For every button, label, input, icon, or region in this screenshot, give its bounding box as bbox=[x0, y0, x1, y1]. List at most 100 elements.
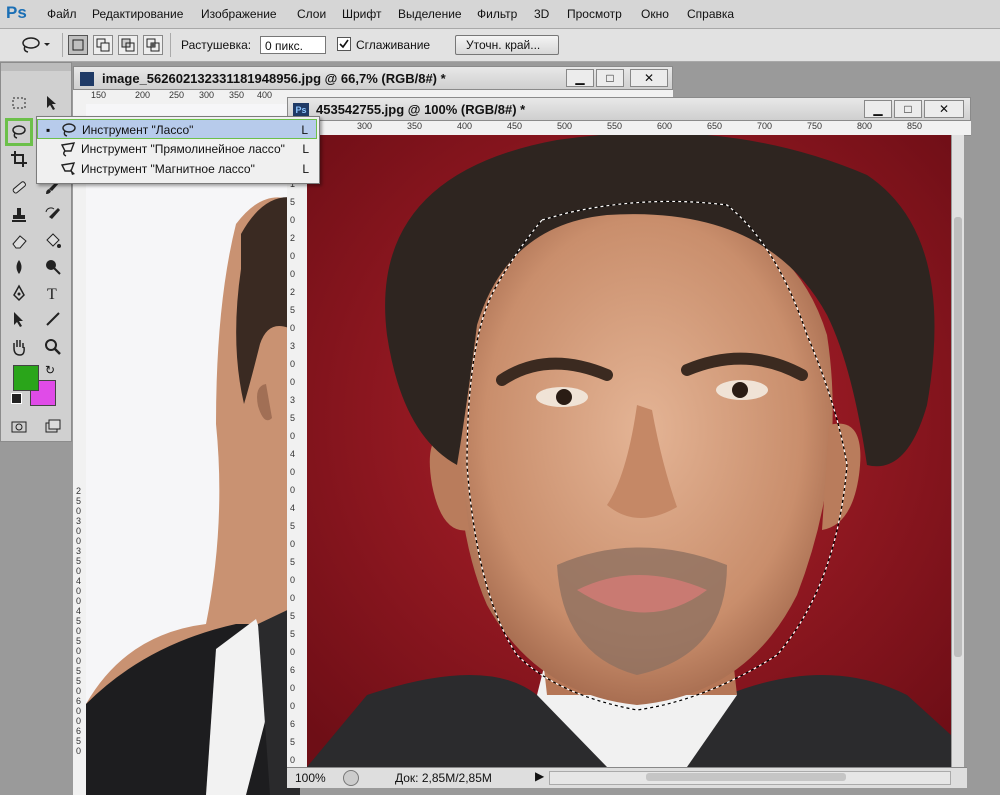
menu-3d[interactable]: 3D bbox=[534, 7, 549, 21]
dodge-tool-icon[interactable] bbox=[41, 255, 65, 279]
ruler-digit: 0 bbox=[76, 526, 82, 536]
maximize-button[interactable]: □ bbox=[596, 69, 624, 87]
shortcut-key: L bbox=[302, 142, 309, 156]
hand-tool-icon[interactable] bbox=[7, 335, 31, 359]
type-tool-icon[interactable]: T bbox=[41, 281, 65, 305]
document-tab-back[interactable]: image_56260213233118194​8956.jpg @ 66,7%… bbox=[73, 66, 673, 90]
minimize-button[interactable]: ▁ bbox=[864, 100, 892, 118]
ruler-digit: 0 bbox=[290, 251, 296, 261]
swap-colors-icon[interactable]: ↻ bbox=[45, 363, 55, 377]
minimize-button[interactable]: ▁ bbox=[566, 69, 594, 87]
app-logo: Ps bbox=[6, 3, 27, 22]
ruler-digit: 0 bbox=[290, 701, 296, 711]
status-menu-icon[interactable] bbox=[343, 770, 359, 786]
marquee-tool-icon[interactable] bbox=[7, 91, 31, 115]
ruler-digit: 0 bbox=[290, 377, 296, 387]
ruler-digit: 0 bbox=[290, 359, 296, 369]
add-selection-button[interactable] bbox=[93, 35, 113, 55]
document-title: image_56260213233118194​8956.jpg @ 66,7%… bbox=[102, 71, 446, 86]
status-arrow-icon[interactable]: ▶ bbox=[535, 769, 544, 783]
ruler-digit: 5 bbox=[290, 557, 296, 567]
scroll-thumb[interactable] bbox=[954, 217, 962, 657]
menu-item-magnetic-lasso[interactable]: Инструмент "Магнитное лассо" L bbox=[37, 159, 317, 179]
ruler-digit: 0 bbox=[76, 506, 82, 516]
ruler-digit: 3 bbox=[290, 341, 296, 351]
menu-edit[interactable]: Редактирование bbox=[92, 7, 183, 21]
intersect-selection-button[interactable] bbox=[143, 35, 163, 55]
healing-tool-icon[interactable] bbox=[7, 175, 31, 199]
default-colors-icon[interactable] bbox=[11, 393, 22, 404]
ruler-left: 250300350400450500550600650 bbox=[73, 104, 87, 795]
zoom-level[interactable]: 100% bbox=[295, 771, 326, 785]
path-selection-tool-icon[interactable] bbox=[7, 307, 31, 331]
eraser-tool-icon[interactable] bbox=[7, 229, 31, 253]
document-tab-front[interactable]: Ps 453542755.jpg @ 100% (RGB/8#) * ▁ □ ✕ bbox=[287, 97, 971, 121]
menu-window[interactable]: Окно bbox=[641, 7, 669, 21]
history-brush-tool-icon[interactable] bbox=[41, 203, 65, 227]
refine-edge-button[interactable]: Уточн. край... bbox=[455, 35, 559, 55]
menu-layers[interactable]: Слои bbox=[297, 7, 326, 21]
pen-tool-icon[interactable] bbox=[7, 281, 31, 305]
ruler-digit: 0 bbox=[76, 566, 82, 576]
ruler-digit: 0 bbox=[290, 683, 296, 693]
subtract-selection-button[interactable] bbox=[118, 35, 138, 55]
ruler-top: 300 350 400 450 500 550 600 650 700 750 … bbox=[287, 121, 971, 136]
ruler-digit: 5 bbox=[76, 666, 82, 676]
tool-preset-lasso-icon[interactable] bbox=[20, 35, 52, 58]
ruler-digit: 4 bbox=[290, 503, 296, 513]
menu-bar: Ps Файл Редактирование Изображение Слои … bbox=[0, 0, 1000, 29]
foreground-color-swatch[interactable] bbox=[13, 365, 39, 391]
menu-help[interactable]: Справка bbox=[687, 7, 734, 21]
new-selection-button[interactable] bbox=[68, 35, 88, 55]
ruler-digit: 0 bbox=[290, 467, 296, 477]
line-tool-icon[interactable] bbox=[41, 307, 65, 331]
lasso-tool-icon[interactable] bbox=[5, 118, 33, 146]
maximize-button[interactable]: □ bbox=[894, 100, 922, 118]
crop-tool-icon[interactable] bbox=[7, 147, 31, 171]
ruler-digit: 5 bbox=[290, 737, 296, 747]
close-button[interactable]: ✕ bbox=[630, 69, 668, 87]
zoom-tool-icon[interactable] bbox=[41, 335, 65, 359]
ruler-digit: 0 bbox=[290, 215, 296, 225]
magnetic-lasso-icon bbox=[60, 162, 76, 175]
antialias-label: Сглаживание bbox=[356, 38, 431, 52]
feather-input[interactable]: 0 пикс. bbox=[260, 36, 326, 54]
ruler-digit: 0 bbox=[76, 626, 82, 636]
blur-tool-icon[interactable] bbox=[7, 255, 31, 279]
menu-item-label: Инструмент "Магнитное лассо" bbox=[81, 162, 255, 176]
menu-file[interactable]: Файл bbox=[47, 7, 77, 21]
stamp-tool-icon[interactable] bbox=[7, 203, 31, 227]
antialias-checkbox[interactable] bbox=[337, 37, 351, 51]
menu-type[interactable]: Шрифт bbox=[342, 7, 381, 21]
menu-view[interactable]: Просмотр bbox=[567, 7, 622, 21]
ruler-digit: 0 bbox=[76, 656, 82, 666]
quick-mask-icon[interactable] bbox=[7, 415, 31, 439]
screen-mode-icon[interactable] bbox=[41, 415, 65, 439]
lasso-tool-menu: ▪ Инструмент "Лассо" L Инструмент "Прямо… bbox=[36, 116, 320, 184]
ruler-digit: 4 bbox=[290, 449, 296, 459]
options-bar: Растушевка: 0 пикс. Сглаживание Уточн. к… bbox=[0, 29, 1000, 62]
horizontal-scrollbar[interactable] bbox=[549, 771, 951, 785]
panel-header[interactable] bbox=[1, 63, 71, 71]
scroll-thumb[interactable] bbox=[646, 773, 846, 781]
ruler-digit: 6 bbox=[290, 665, 296, 675]
ps-doc-icon bbox=[80, 72, 94, 86]
selected-bullet: ▪ bbox=[46, 123, 51, 137]
menu-item-lasso[interactable]: ▪ Инструмент "Лассо" L bbox=[37, 119, 317, 139]
menu-filter[interactable]: Фильтр bbox=[477, 7, 517, 21]
ruler-digit: 5 bbox=[290, 611, 296, 621]
ruler-digit: 5 bbox=[76, 496, 82, 506]
move-tool-icon[interactable] bbox=[41, 91, 65, 115]
menu-item-polygonal-lasso[interactable]: Инструмент "Прямолинейное лассо" L bbox=[37, 139, 317, 159]
menu-select[interactable]: Выделение bbox=[398, 7, 462, 21]
paint-bucket-tool-icon[interactable] bbox=[41, 229, 65, 253]
close-button[interactable]: ✕ bbox=[924, 100, 964, 118]
ruler-digit: 5 bbox=[76, 616, 82, 626]
ruler-digit: 0 bbox=[76, 686, 82, 696]
menu-image[interactable]: Изображение bbox=[201, 7, 277, 21]
ruler-digit: 0 bbox=[290, 575, 296, 585]
ruler-digit: 5 bbox=[290, 413, 296, 423]
ruler-digit: 5 bbox=[290, 305, 296, 315]
ruler-digit: 2 bbox=[290, 287, 296, 297]
vertical-scrollbar[interactable] bbox=[951, 135, 964, 767]
